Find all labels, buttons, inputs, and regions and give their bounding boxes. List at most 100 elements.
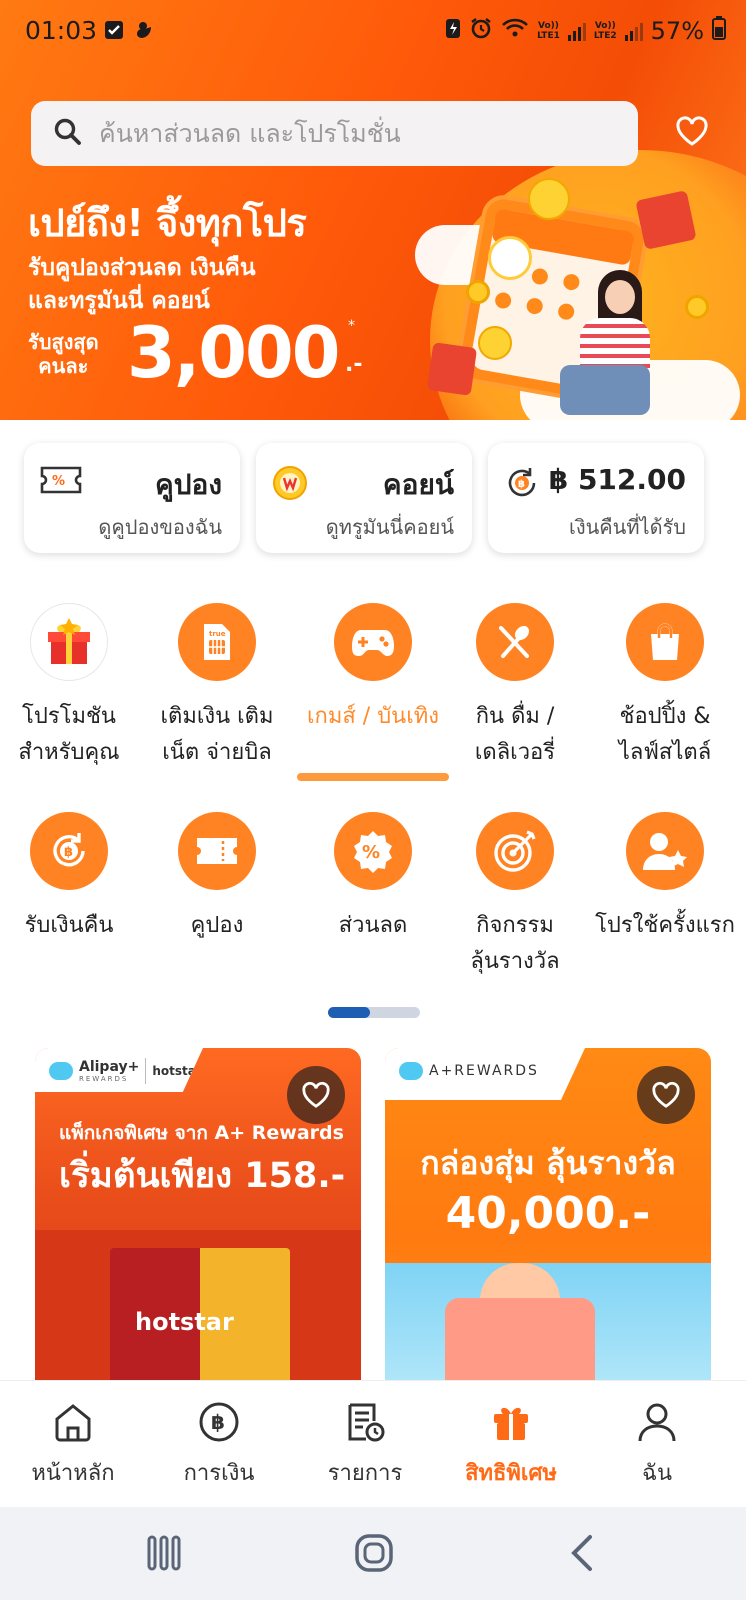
hero-up-to: รับสูงสุด คนละ <box>28 330 99 378</box>
hero-asterisk: * <box>348 318 355 334</box>
promo-title: เริ่มต้นเพียง 158.- <box>59 1156 346 1196</box>
wifi-icon <box>501 17 529 45</box>
coin-icon <box>685 295 709 319</box>
gift-badge-icon <box>488 236 532 280</box>
category-label: ช้อปปิ้ง & ไลฟ์สไตล์ <box>618 704 712 765</box>
promo-card-rewards[interactable]: A+REWARDS กล่องสุ่ม ลุ้นรางวัล 40,000.- <box>385 1048 711 1388</box>
nav-finance[interactable]: ฿ การเงิน <box>146 1399 292 1490</box>
cashback-card-title: ฿ 512.00 <box>548 463 686 496</box>
hero-amount-suffix: .- <box>345 352 363 377</box>
nav-transactions[interactable]: รายการ <box>292 1399 438 1490</box>
favorite-heart-icon[interactable] <box>287 1066 345 1124</box>
nav-label: รายการ <box>327 1461 403 1486</box>
recent-apps-icon[interactable] <box>146 1533 182 1577</box>
category-discount[interactable]: % ส่วนลด <box>298 812 448 944</box>
promo-subtitle: แพ็กเกจพิเศษ จาก A+ Rewards <box>59 1122 344 1144</box>
lte2-indicator: Vo)) LTE2 <box>593 21 617 41</box>
sim-card-icon: true <box>178 603 256 681</box>
coin-card[interactable]: คอยน์ ดูทรูมันนี่คอยน์ <box>256 443 472 553</box>
category-coupon[interactable]: คูปอง <box>142 812 292 944</box>
battery-icon <box>712 16 726 46</box>
poster-logo-text: hotstar <box>135 1308 234 1336</box>
category-label: เติมเงิน เติม เน็ต จ่ายบิล <box>160 704 274 765</box>
svg-text:฿: ฿ <box>518 479 525 490</box>
gift-box-icon <box>30 603 108 681</box>
category-label: คูปอง <box>190 913 244 938</box>
hero-title: เปย์ถึง! จึ้งทุกโปร <box>28 201 307 245</box>
checkbox-icon <box>104 20 124 44</box>
brand-alipay: Alipay+ <box>79 1059 140 1075</box>
coupon-card-subtitle: ดูคูปองของฉัน <box>98 515 222 539</box>
coin-icon <box>272 465 308 505</box>
brand-hotstar: hotstar <box>152 1064 202 1078</box>
ticket-icon: % <box>40 465 82 499</box>
home-button-icon[interactable] <box>354 1533 394 1577</box>
status-time: 01:03 <box>25 16 98 45</box>
shopping-bag-icon <box>635 190 697 250</box>
category-first-time-promo[interactable]: โปรใช้ครั้งแรก <box>590 812 740 944</box>
bottom-navigation: หน้าหลัก ฿ การเงิน รายการ สิทธิพิเศษ ฉัน <box>0 1380 746 1507</box>
coin-card-subtitle: ดูทรูมันนี่คอยน์ <box>325 515 454 539</box>
promo-brand-header: Alipay+ REWARDS hotstar <box>35 1048 203 1092</box>
category-topup-bills[interactable]: true เติมเงิน เติม เน็ต จ่ายบิล <box>142 603 292 771</box>
category-activities[interactable]: กิจกรรม ลุ้นรางวัล <box>440 812 590 980</box>
hero-subtitle: รับคูปองส่วนลด เงินคืน และทรูมันนี่ คอยน… <box>28 255 256 314</box>
hero-amount: 3,000 <box>127 312 340 394</box>
page-indicator <box>328 1007 420 1018</box>
nav-home[interactable]: หน้าหลัก <box>0 1399 146 1490</box>
coupon-card[interactable]: % คูปอง ดูคูปองของฉัน <box>24 443 240 553</box>
nav-label: ฉัน <box>641 1461 673 1486</box>
fork-spoon-icon <box>476 603 554 681</box>
rewards-logo-icon <box>399 1062 423 1080</box>
coin-icon <box>466 280 490 304</box>
category-label: โปรใช้ครั้งแรก <box>595 913 735 938</box>
brand-alipay-sub: REWARDS <box>79 1075 129 1083</box>
category-cashback[interactable]: ฿ รับเงินคืน <box>0 812 144 944</box>
category-shopping-lifestyle[interactable]: ช้อปปิ้ง & ไลฟ์สไตล์ <box>590 603 740 771</box>
svg-text:฿: ฿ <box>211 1410 225 1434</box>
category-label: โปรโมชัน สำหรับคุณ <box>18 704 120 765</box>
cashback-card[interactable]: ฿ ฿ 512.00 เงินคืนที่ได้รับ <box>488 443 704 553</box>
baht-icon: ฿ <box>146 1399 292 1445</box>
smiley-icon <box>528 178 570 220</box>
favorites-heart-icon[interactable] <box>676 116 708 150</box>
back-icon[interactable] <box>566 1533 596 1577</box>
favorite-heart-icon[interactable] <box>637 1066 695 1124</box>
status-bar: 01:03 Vo)) LTE1 Vo)) LTE2 57% <box>0 0 746 64</box>
nav-me[interactable]: ฉัน <box>584 1399 730 1490</box>
promo-card-hotstar[interactable]: Alipay+ REWARDS hotstar แพ็กเกจพิเศษ จาก… <box>35 1048 361 1388</box>
svg-text:%: % <box>362 842 380 863</box>
category-games-entertainment[interactable]: เกมส์ / บันเทิง <box>298 603 448 735</box>
discount-icon: % <box>334 812 412 890</box>
category-label: รับเงินคืน <box>24 913 114 938</box>
gift-box-illustration <box>445 1298 595 1388</box>
search-input[interactable]: ค้นหาส่วนลด และโปรโมชั่น <box>99 114 401 154</box>
signal-1-icon <box>567 21 586 41</box>
coin-card-title: คอยน์ <box>382 468 454 501</box>
search-bar[interactable]: ค้นหาส่วนลด และโปรโมชั่น <box>31 101 638 166</box>
lte1-indicator: Vo)) LTE1 <box>537 21 560 41</box>
gift-icon <box>438 1399 584 1445</box>
receipt-icon <box>292 1399 438 1445</box>
promo-brand-header: A+REWARDS <box>385 1048 585 1100</box>
svg-text:true: true <box>209 630 226 638</box>
cashback-icon: ฿ <box>30 812 108 890</box>
alarm-icon <box>469 16 493 46</box>
cashback-icon: ฿ <box>504 465 540 505</box>
category-label: ส่วนลด <box>338 913 408 938</box>
ticket-icon <box>178 812 256 890</box>
signal-2-icon <box>624 21 643 41</box>
target-icon <box>476 812 554 890</box>
shopping-bag-icon <box>626 603 704 681</box>
nav-privileges[interactable]: สิทธิพิเศษ <box>438 1399 584 1490</box>
hero-banner[interactable]: 01:03 Vo)) LTE1 Vo)) LTE2 57% ค้นหาส่วนลด … <box>0 0 746 420</box>
category-food-delivery[interactable]: กิน ดื่ม / เดลิเวอรี่ <box>440 603 590 771</box>
promo-title: กล่องสุ่ม ลุ้นรางวัล <box>420 1144 676 1182</box>
category-label: กิจกรรม ลุ้นรางวัล <box>470 913 560 974</box>
category-promotions-for-you[interactable]: โปรโมชัน สำหรับคุณ <box>0 603 144 771</box>
search-icon <box>53 117 83 151</box>
promo-amount: 40,000.- <box>445 1188 651 1239</box>
battery-saver-icon <box>445 17 461 45</box>
page-indicator-active <box>328 1007 370 1018</box>
nav-label: การเงิน <box>183 1461 255 1486</box>
